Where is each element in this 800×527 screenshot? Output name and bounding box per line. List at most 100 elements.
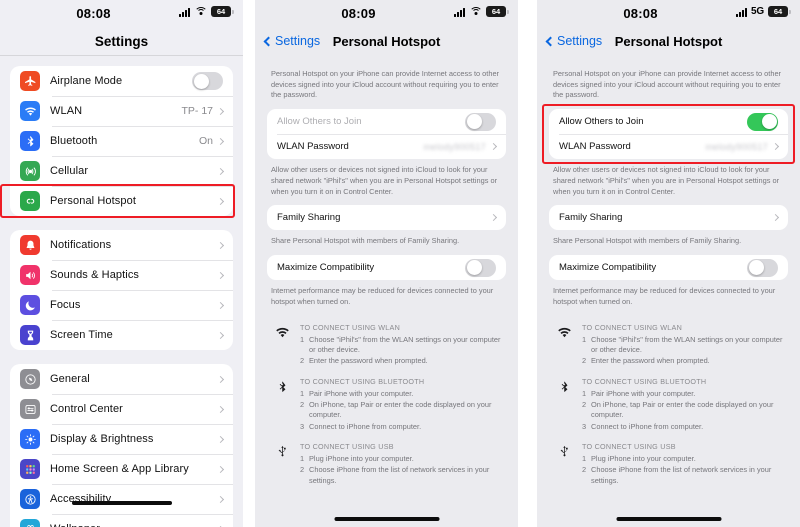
howto-step: 2 Enter the password when prompted.	[300, 356, 502, 366]
wifi-icon	[273, 323, 291, 368]
settings-row-personal-hotspot[interactable]: Personal Hotspot	[0, 184, 235, 218]
usb-icon	[555, 442, 573, 487]
howto-step-text: Connect to iPhone from computer.	[309, 421, 422, 431]
notifications-icon	[20, 235, 40, 255]
page-title: Settings	[94, 33, 149, 49]
howto-body: TO CONNECT USING WLAN 1 Choose "iPhil's" f…	[582, 323, 784, 368]
allow-others-to-join-row[interactable]: Allow Others to Join	[549, 109, 788, 134]
wlan-password-row[interactable]: WLAN Password melody900517	[267, 134, 506, 159]
howto-step-number: 2	[300, 356, 305, 366]
maximize-compatibility-row[interactable]: Maximize Compatibility	[267, 255, 506, 280]
settings-row-accessibility[interactable]: Accessibility	[10, 484, 233, 514]
chevron-left-icon	[545, 36, 556, 46]
bluetooth-icon	[20, 131, 40, 151]
howto-step-text: Choose "iPhil's" from the WLAN settings …	[309, 334, 501, 354]
family-sharing-card: Family Sharing	[267, 205, 506, 231]
howto-step: 1 Choose "iPhil's" from the WLAN settings…	[300, 335, 502, 356]
howto-step-text: Choose iPhone from the list of network s…	[591, 465, 772, 485]
settings-row-notifications[interactable]: Notifications	[10, 230, 233, 260]
howto-section: TO CONNECT USING WLAN 1 Choose "iPhil's" f…	[267, 316, 506, 370]
hotspot-primary-card-wrap: Allow Others to Join WLAN Password melody9…	[542, 104, 795, 165]
settings-row-label: Focus	[50, 299, 81, 311]
intro-description: Personal Hotspot on your iPhone can prov…	[271, 69, 500, 100]
screen-time-icon	[20, 325, 40, 345]
battery-icon: 64	[768, 6, 791, 17]
howto-step-number: 1	[582, 454, 587, 464]
nav-bar: Settings Personal Hotspot	[537, 27, 800, 55]
bluetooth-icon	[555, 377, 573, 433]
settings-row-general[interactable]: General	[10, 364, 233, 394]
family-sharing-row[interactable]: Family Sharing	[267, 205, 506, 230]
howto-step: 1 Pair iPhone with your computer.	[300, 389, 502, 399]
hotspot-primary-card: Allow Others to Join WLAN Password melody9…	[267, 109, 506, 160]
settings-row-label: Display & Brightness	[50, 433, 154, 445]
home-indicator	[71, 501, 172, 505]
howto-step-number: 1	[300, 388, 305, 398]
howto-section: TO CONNECT USING USB 1 Plug iPhone into yo…	[267, 435, 506, 489]
signal-bars-icon	[179, 7, 190, 17]
settings-row-airplane-mode[interactable]: Airplane Mode	[10, 66, 233, 96]
home-indicator	[616, 517, 721, 521]
maximize-compatibility-toggle[interactable]	[747, 258, 778, 277]
chevron-right-icon	[489, 214, 498, 222]
howto-step-number: 2	[582, 465, 587, 475]
chevron-right-icon	[216, 107, 225, 115]
settings-row-label: WLAN	[50, 105, 83, 117]
sounds-icon	[20, 265, 40, 285]
settings-row-control-center[interactable]: Control Center	[10, 394, 233, 424]
settings-group: Notifications Sounds & Haptics Focus Screen…	[10, 230, 233, 350]
howto-step-text: On iPhone, tap Pair or enter the code di…	[309, 400, 492, 420]
settings-row-screen-time[interactable]: Screen Time	[10, 320, 233, 350]
settings-row-label: Screen Time	[50, 329, 113, 341]
howto-section: TO CONNECT USING USB 1 Plug iPhone into yo…	[549, 435, 788, 489]
allow-others-to-join-label: Allow Others to Join	[277, 116, 362, 128]
nav-bar: Settings	[0, 27, 243, 55]
back-button[interactable]: Settings	[263, 34, 320, 48]
settings-row-bluetooth[interactable]: Bluetooth On	[10, 126, 233, 156]
maximize-compatibility-label: Maximize Compatibility	[559, 262, 657, 274]
family-sharing-description: Share Personal Hotspot with members of F…	[553, 236, 742, 246]
howto-step-number: 2	[300, 465, 305, 475]
settings-row-focus[interactable]: Focus	[10, 290, 233, 320]
phone-panel-hotspot-off: 08:09 64 Settings Personal Hotspot Perso…	[255, 0, 518, 527]
allow-others-to-join-toggle[interactable]	[747, 112, 778, 131]
settings-group: Airplane Mode WLAN TP- 17 Bluetooth On Cellul…	[0, 66, 235, 218]
settings-row-value: TP- 17	[181, 105, 213, 117]
wlan-password-value: melody900517	[423, 141, 486, 152]
phone-panel-hotspot-on: 08:08 5G 64 Settings Personal Hotspot Pe…	[537, 0, 800, 527]
wlan-password-row[interactable]: WLAN Password melody900517	[549, 134, 788, 159]
hotspot-content: Personal Hotspot on your iPhone can prov…	[537, 55, 800, 489]
maximize-compatibility-label: Maximize Compatibility	[277, 262, 375, 274]
settings-row-sounds-haptics[interactable]: Sounds & Haptics	[10, 260, 233, 290]
allow-others-to-join-row[interactable]: Allow Others to Join	[267, 109, 506, 134]
settings-row-home-screen-app-library[interactable]: Home Screen & App Library	[10, 454, 233, 484]
control-center-icon	[20, 399, 40, 419]
back-button[interactable]: Settings	[545, 34, 602, 48]
hotspot-primary-card: Allow Others to Join WLAN Password melody9…	[549, 109, 788, 160]
howto-step-number: 1	[582, 334, 587, 344]
howto-step-number: 2	[582, 400, 587, 410]
chevron-right-icon	[216, 271, 225, 279]
chevron-right-icon	[216, 435, 225, 443]
settings-row-label: Cellular	[50, 165, 89, 177]
howto-step-text: Plug iPhone into your computer.	[309, 454, 414, 464]
maximize-compatibility-description: Internet performance may be reduced for …	[271, 286, 494, 306]
settings-row-wallpaper[interactable]: Wallpaper	[10, 514, 233, 527]
howto-body: TO CONNECT USING BLUETOOTH 1 Pair iPhone w…	[300, 377, 502, 433]
howto-body: TO CONNECT USING BLUETOOTH 1 Pair iPhone w…	[582, 377, 784, 433]
maximize-compatibility-row[interactable]: Maximize Compatibility	[549, 255, 788, 280]
toggle-airplane-mode[interactable]	[192, 72, 223, 90]
howto-step: 3 Connect to iPhone from computer.	[582, 422, 784, 432]
settings-row-display-brightness[interactable]: Display & Brightness	[10, 424, 233, 454]
focus-icon	[20, 295, 40, 315]
maximize-compatibility-toggle[interactable]	[465, 258, 496, 277]
hotspot-icon	[20, 191, 40, 211]
settings-row-wlan[interactable]: WLAN TP- 17	[10, 96, 233, 126]
howto-step: 3 Connect to iPhone from computer.	[300, 422, 502, 432]
allow-others-description: Allow other users or devices not signed …	[553, 165, 780, 196]
family-sharing-row[interactable]: Family Sharing	[549, 205, 788, 230]
wlan-password-label: WLAN Password	[277, 141, 349, 153]
howto-step: 1 Choose "iPhil's" from the WLAN settings…	[582, 335, 784, 356]
settings-row-cellular[interactable]: Cellular	[10, 156, 233, 186]
allow-others-to-join-toggle[interactable]	[465, 112, 496, 131]
